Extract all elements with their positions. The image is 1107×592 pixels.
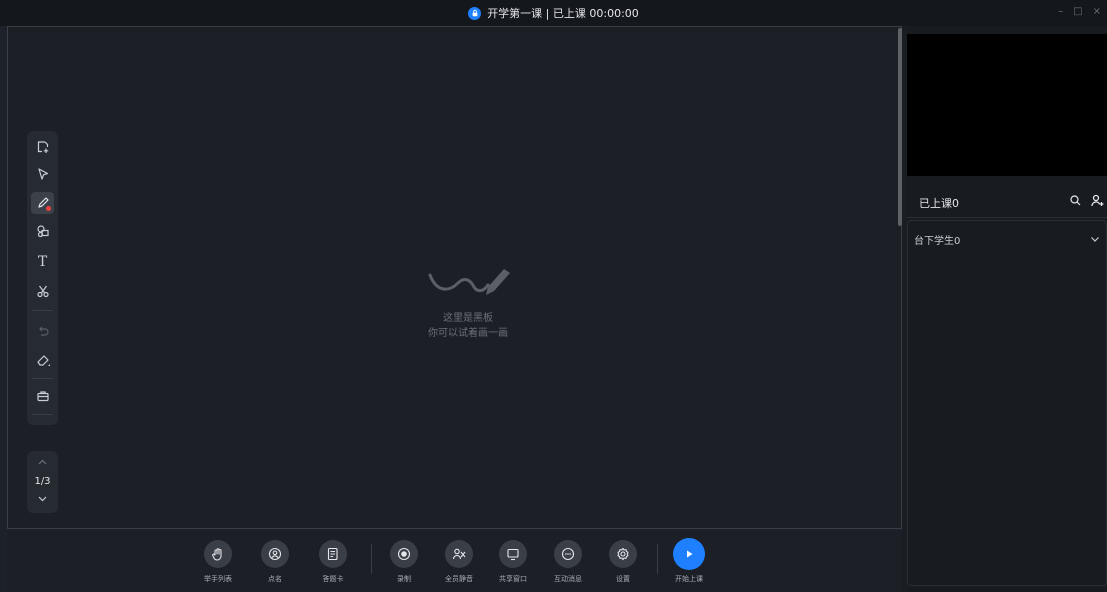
start-class-label: 开始上课 xyxy=(675,575,703,583)
undo-icon xyxy=(38,326,49,336)
record-icon xyxy=(397,547,411,561)
lock-icon xyxy=(468,6,482,20)
right-panel: 已上课0 台下学生0 xyxy=(907,26,1107,592)
chat-button[interactable]: 互动消息 xyxy=(543,540,593,590)
text-icon: T xyxy=(37,254,48,270)
shapes-icon xyxy=(36,225,49,238)
play-icon xyxy=(687,550,693,558)
add-user-icon[interactable] xyxy=(1091,194,1104,207)
toolbox-tool[interactable] xyxy=(31,385,54,407)
roll-call-label: 点名 xyxy=(268,575,282,583)
chevron-down-icon[interactable] xyxy=(1090,234,1100,244)
tool-rail: T xyxy=(27,131,58,425)
toolbar-divider xyxy=(657,544,658,574)
close-button[interactable]: × xyxy=(1093,6,1101,17)
search-icon[interactable] xyxy=(1069,194,1082,207)
text-tool[interactable]: T xyxy=(31,251,54,273)
rail-divider xyxy=(32,310,53,311)
answer-card-button[interactable]: 答题卡 xyxy=(308,540,358,590)
page-indicator: 1/3 xyxy=(34,476,51,487)
start-class-button[interactable]: 开始上课 xyxy=(664,538,714,590)
settings-button[interactable]: 设置 xyxy=(598,540,648,590)
scissors-tool[interactable] xyxy=(31,280,54,302)
online-count: 已上课0 xyxy=(919,197,959,210)
settings-icon xyxy=(617,547,629,561)
page-navigator: 1/3 xyxy=(27,451,58,513)
chat-label: 互动消息 xyxy=(554,575,582,583)
shape-tool[interactable] xyxy=(31,220,54,242)
audience-students-panel: 台下学生0 xyxy=(907,220,1107,586)
record-label: 录制 xyxy=(397,575,411,583)
answer-card-label: 答题卡 xyxy=(322,575,344,583)
pen-stroke-icon xyxy=(428,269,510,295)
board-hint-line-1: 这里是黑板 xyxy=(443,313,493,324)
select-tool[interactable] xyxy=(31,163,54,185)
eraser-tool[interactable] xyxy=(31,349,54,371)
chat-icon xyxy=(561,547,575,561)
board-hint-line-2: 你可以试着画一画 xyxy=(428,328,508,339)
toolbar-divider xyxy=(371,544,372,574)
bottom-toolbar: 举手列表 点名 答题卡 录制 全员静音 共享窗口 互动消息 设置 开始上课 xyxy=(7,530,902,592)
online-header: 已上课0 xyxy=(907,184,1107,218)
answer-card-icon xyxy=(327,547,338,561)
toolbox-icon xyxy=(36,391,49,402)
pen-color-dot xyxy=(46,206,51,211)
eraser-icon xyxy=(36,355,50,366)
pen-tool[interactable] xyxy=(31,192,54,214)
title-bar: 开学第一课 | 已上课 00:00:00 – □ × xyxy=(0,0,1107,26)
raise-hand-icon xyxy=(212,548,222,561)
mute-all-label: 全员静音 xyxy=(445,575,473,583)
record-button[interactable]: 录制 xyxy=(379,540,429,590)
share-window-label: 共享窗口 xyxy=(499,575,527,583)
chevron-down-icon[interactable] xyxy=(37,493,48,504)
raise-hand-label: 举手列表 xyxy=(204,575,232,583)
audience-students-count[interactable]: 台下学生0 xyxy=(914,232,960,247)
mute-all-button[interactable]: 全员静音 xyxy=(434,540,484,590)
window-title: 开学第一课 | 已上课 00:00:00 xyxy=(0,0,1107,26)
title-text: 开学第一课 | 已上课 00:00:00 xyxy=(487,7,639,20)
rail-divider xyxy=(32,378,53,379)
whiteboard[interactable]: 这里是黑板 你可以试着画一画 xyxy=(7,26,902,529)
roll-call-button[interactable]: 点名 xyxy=(250,540,300,590)
maximize-button[interactable]: □ xyxy=(1073,6,1082,17)
settings-label: 设置 xyxy=(616,575,630,583)
raise-hand-button[interactable]: 举手列表 xyxy=(193,540,243,590)
add-page-tool[interactable] xyxy=(31,136,54,158)
add-page-icon xyxy=(37,141,48,153)
share-window-button[interactable]: 共享窗口 xyxy=(488,540,538,590)
scissors-icon xyxy=(36,285,49,298)
share-window-icon xyxy=(507,548,519,561)
roll-call-icon xyxy=(268,547,282,561)
minimize-button[interactable]: – xyxy=(1058,6,1063,17)
board-placeholder: 这里是黑板 你可以试着画一画 xyxy=(388,261,548,341)
teacher-video xyxy=(907,34,1107,176)
rail-divider xyxy=(32,414,53,415)
undo-tool[interactable] xyxy=(31,320,54,342)
cursor-icon xyxy=(37,168,48,180)
chevron-up-icon[interactable] xyxy=(37,457,48,468)
mute-all-icon xyxy=(452,548,466,560)
